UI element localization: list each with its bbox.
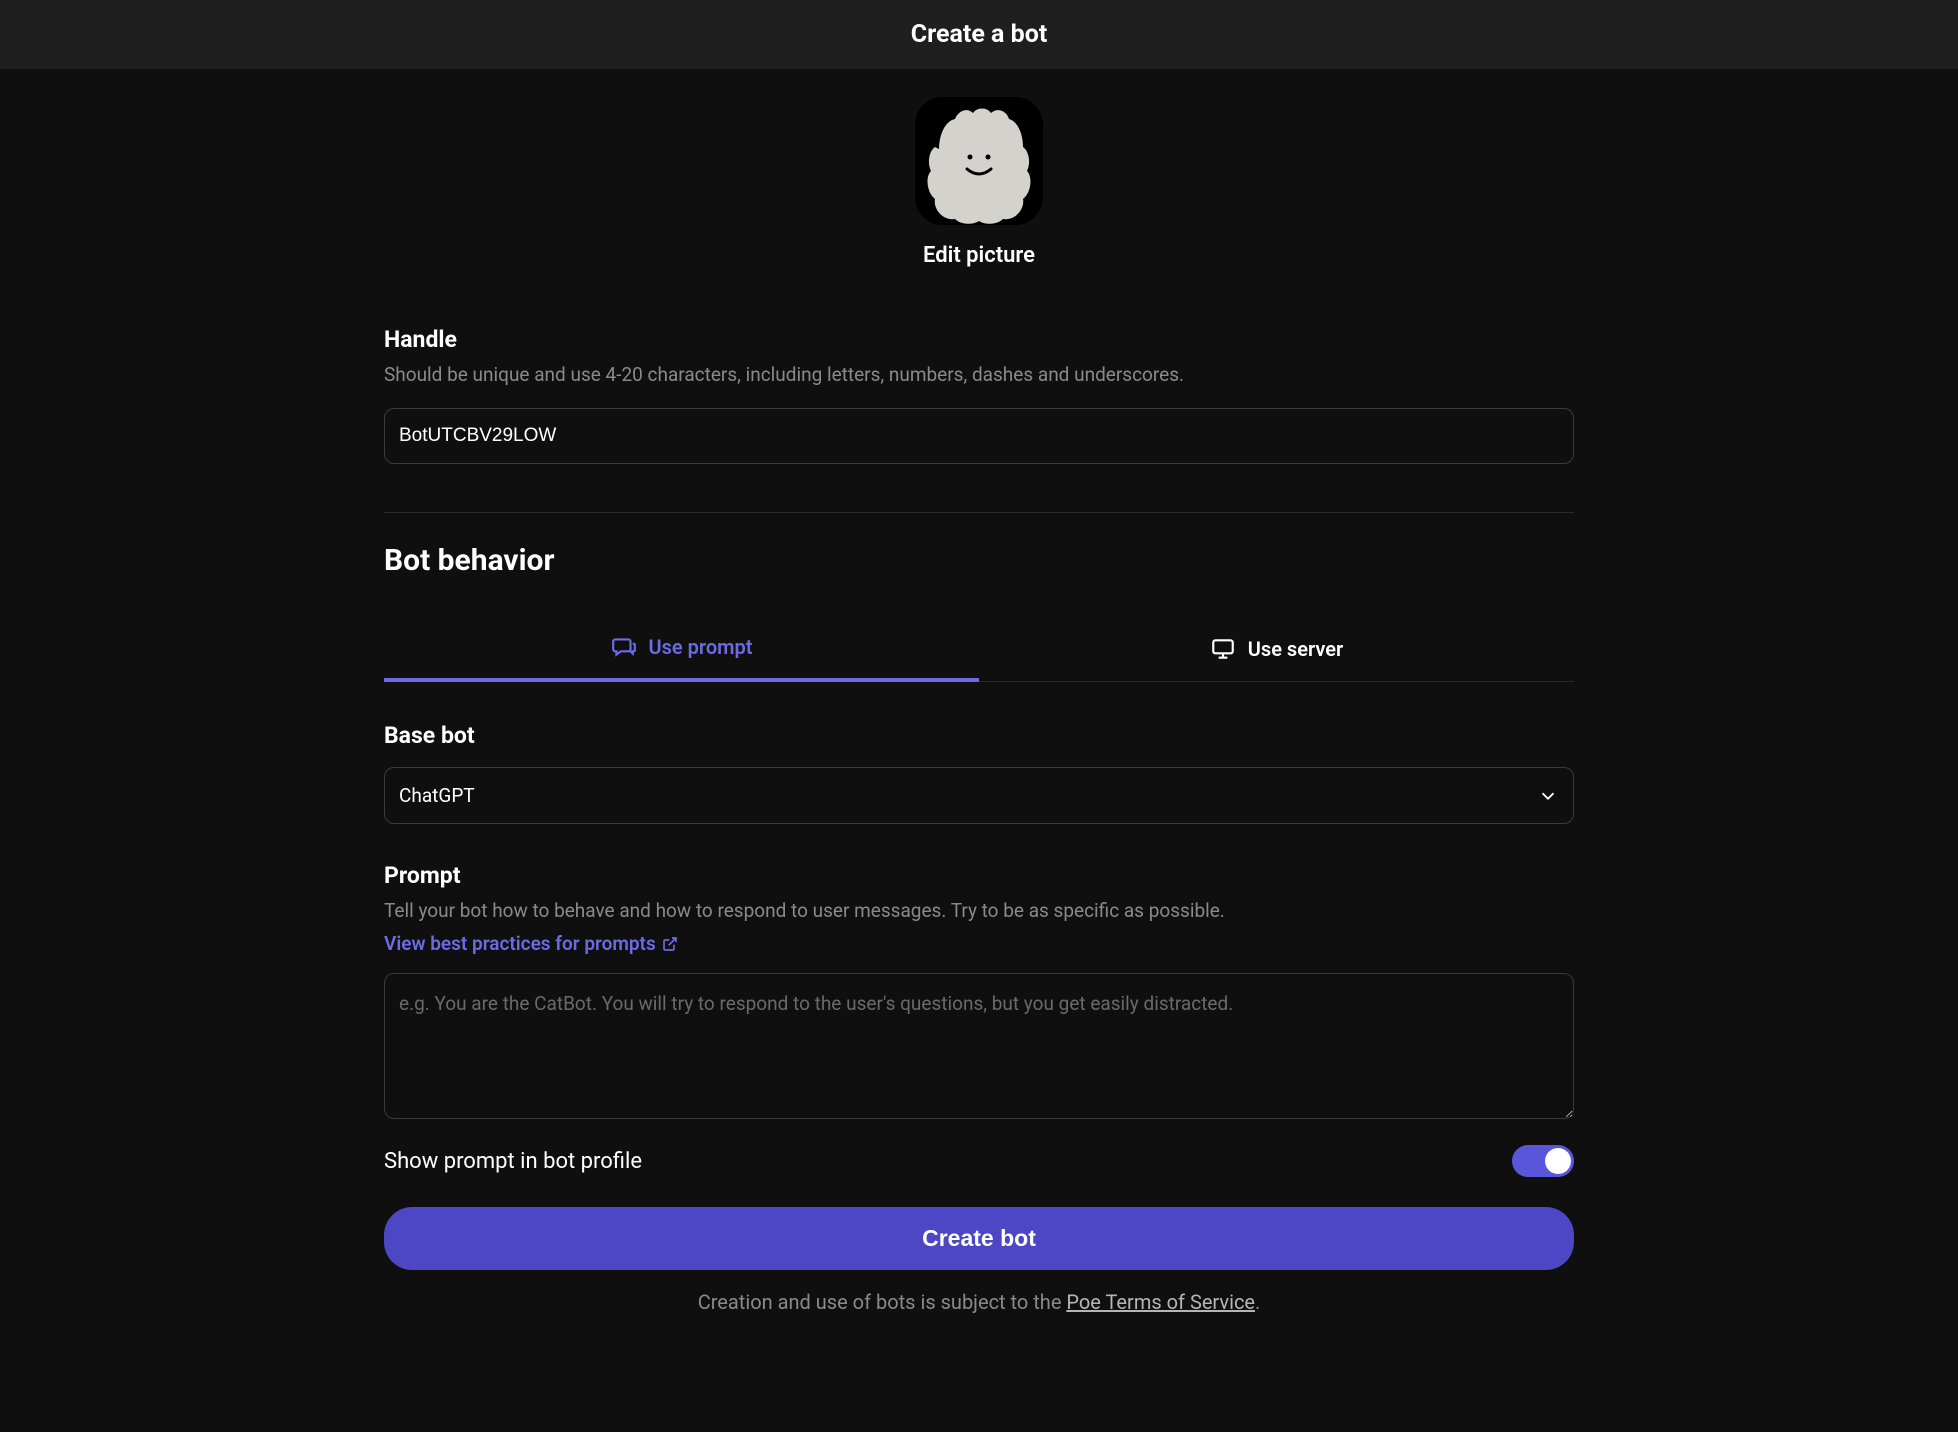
app-header: Create a bot <box>0 0 1958 69</box>
tab-use-server[interactable]: Use server <box>979 616 1574 681</box>
base-bot-selected: ChatGPT <box>399 784 475 807</box>
edit-picture-button[interactable]: Edit picture <box>923 243 1035 268</box>
external-link-icon <box>662 936 678 952</box>
base-bot-select-wrapper: ChatGPT <box>384 767 1574 824</box>
handle-input[interactable] <box>384 408 1574 464</box>
section-divider <box>384 512 1574 513</box>
handle-label: Handle <box>384 326 1574 353</box>
chevron-down-icon <box>1537 785 1559 807</box>
create-bot-button[interactable]: Create bot <box>384 1207 1574 1270</box>
best-practices-text: View best practices for prompts <box>384 932 656 955</box>
handle-help: Should be unique and use 4-20 characters… <box>384 363 1574 386</box>
toggle-knob <box>1545 1148 1571 1174</box>
bot-avatar[interactable] <box>915 97 1043 225</box>
prompt-section: Prompt Tell your bot how to behave and h… <box>384 862 1574 1123</box>
tab-server-label: Use server <box>1248 637 1343 661</box>
show-prompt-label: Show prompt in bot profile <box>384 1149 642 1174</box>
monitor-icon <box>1210 636 1236 662</box>
base-bot-section: Base bot ChatGPT <box>384 722 1574 824</box>
handle-section: Handle Should be unique and use 4-20 cha… <box>384 326 1574 464</box>
behavior-tabs: Use prompt Use server <box>384 616 1574 682</box>
base-bot-select[interactable]: ChatGPT <box>384 767 1574 824</box>
show-prompt-toggle[interactable] <box>1512 1145 1574 1177</box>
footer-suffix: . <box>1255 1290 1260 1314</box>
base-bot-label: Base bot <box>384 722 1574 749</box>
main-container: Edit picture Handle Should be unique and… <box>364 69 1594 1334</box>
page-title: Create a bot <box>0 20 1958 49</box>
tab-prompt-label: Use prompt <box>649 635 753 659</box>
footer-prefix: Creation and use of bots is subject to t… <box>698 1290 1067 1314</box>
avatar-section: Edit picture <box>384 69 1574 288</box>
footer-text: Creation and use of bots is subject to t… <box>384 1290 1574 1334</box>
prompt-help: Tell your bot how to behave and how to r… <box>384 899 1574 922</box>
chat-icon <box>611 634 637 660</box>
terms-link[interactable]: Poe Terms of Service <box>1066 1290 1255 1314</box>
prompt-label: Prompt <box>384 862 1574 889</box>
best-practices-link[interactable]: View best practices for prompts <box>384 932 678 955</box>
show-prompt-row: Show prompt in bot profile <box>384 1145 1574 1177</box>
avatar-illustration-icon <box>915 97 1043 225</box>
prompt-textarea[interactable] <box>384 973 1574 1119</box>
tab-use-prompt[interactable]: Use prompt <box>384 616 979 682</box>
behavior-title: Bot behavior <box>384 543 1574 578</box>
